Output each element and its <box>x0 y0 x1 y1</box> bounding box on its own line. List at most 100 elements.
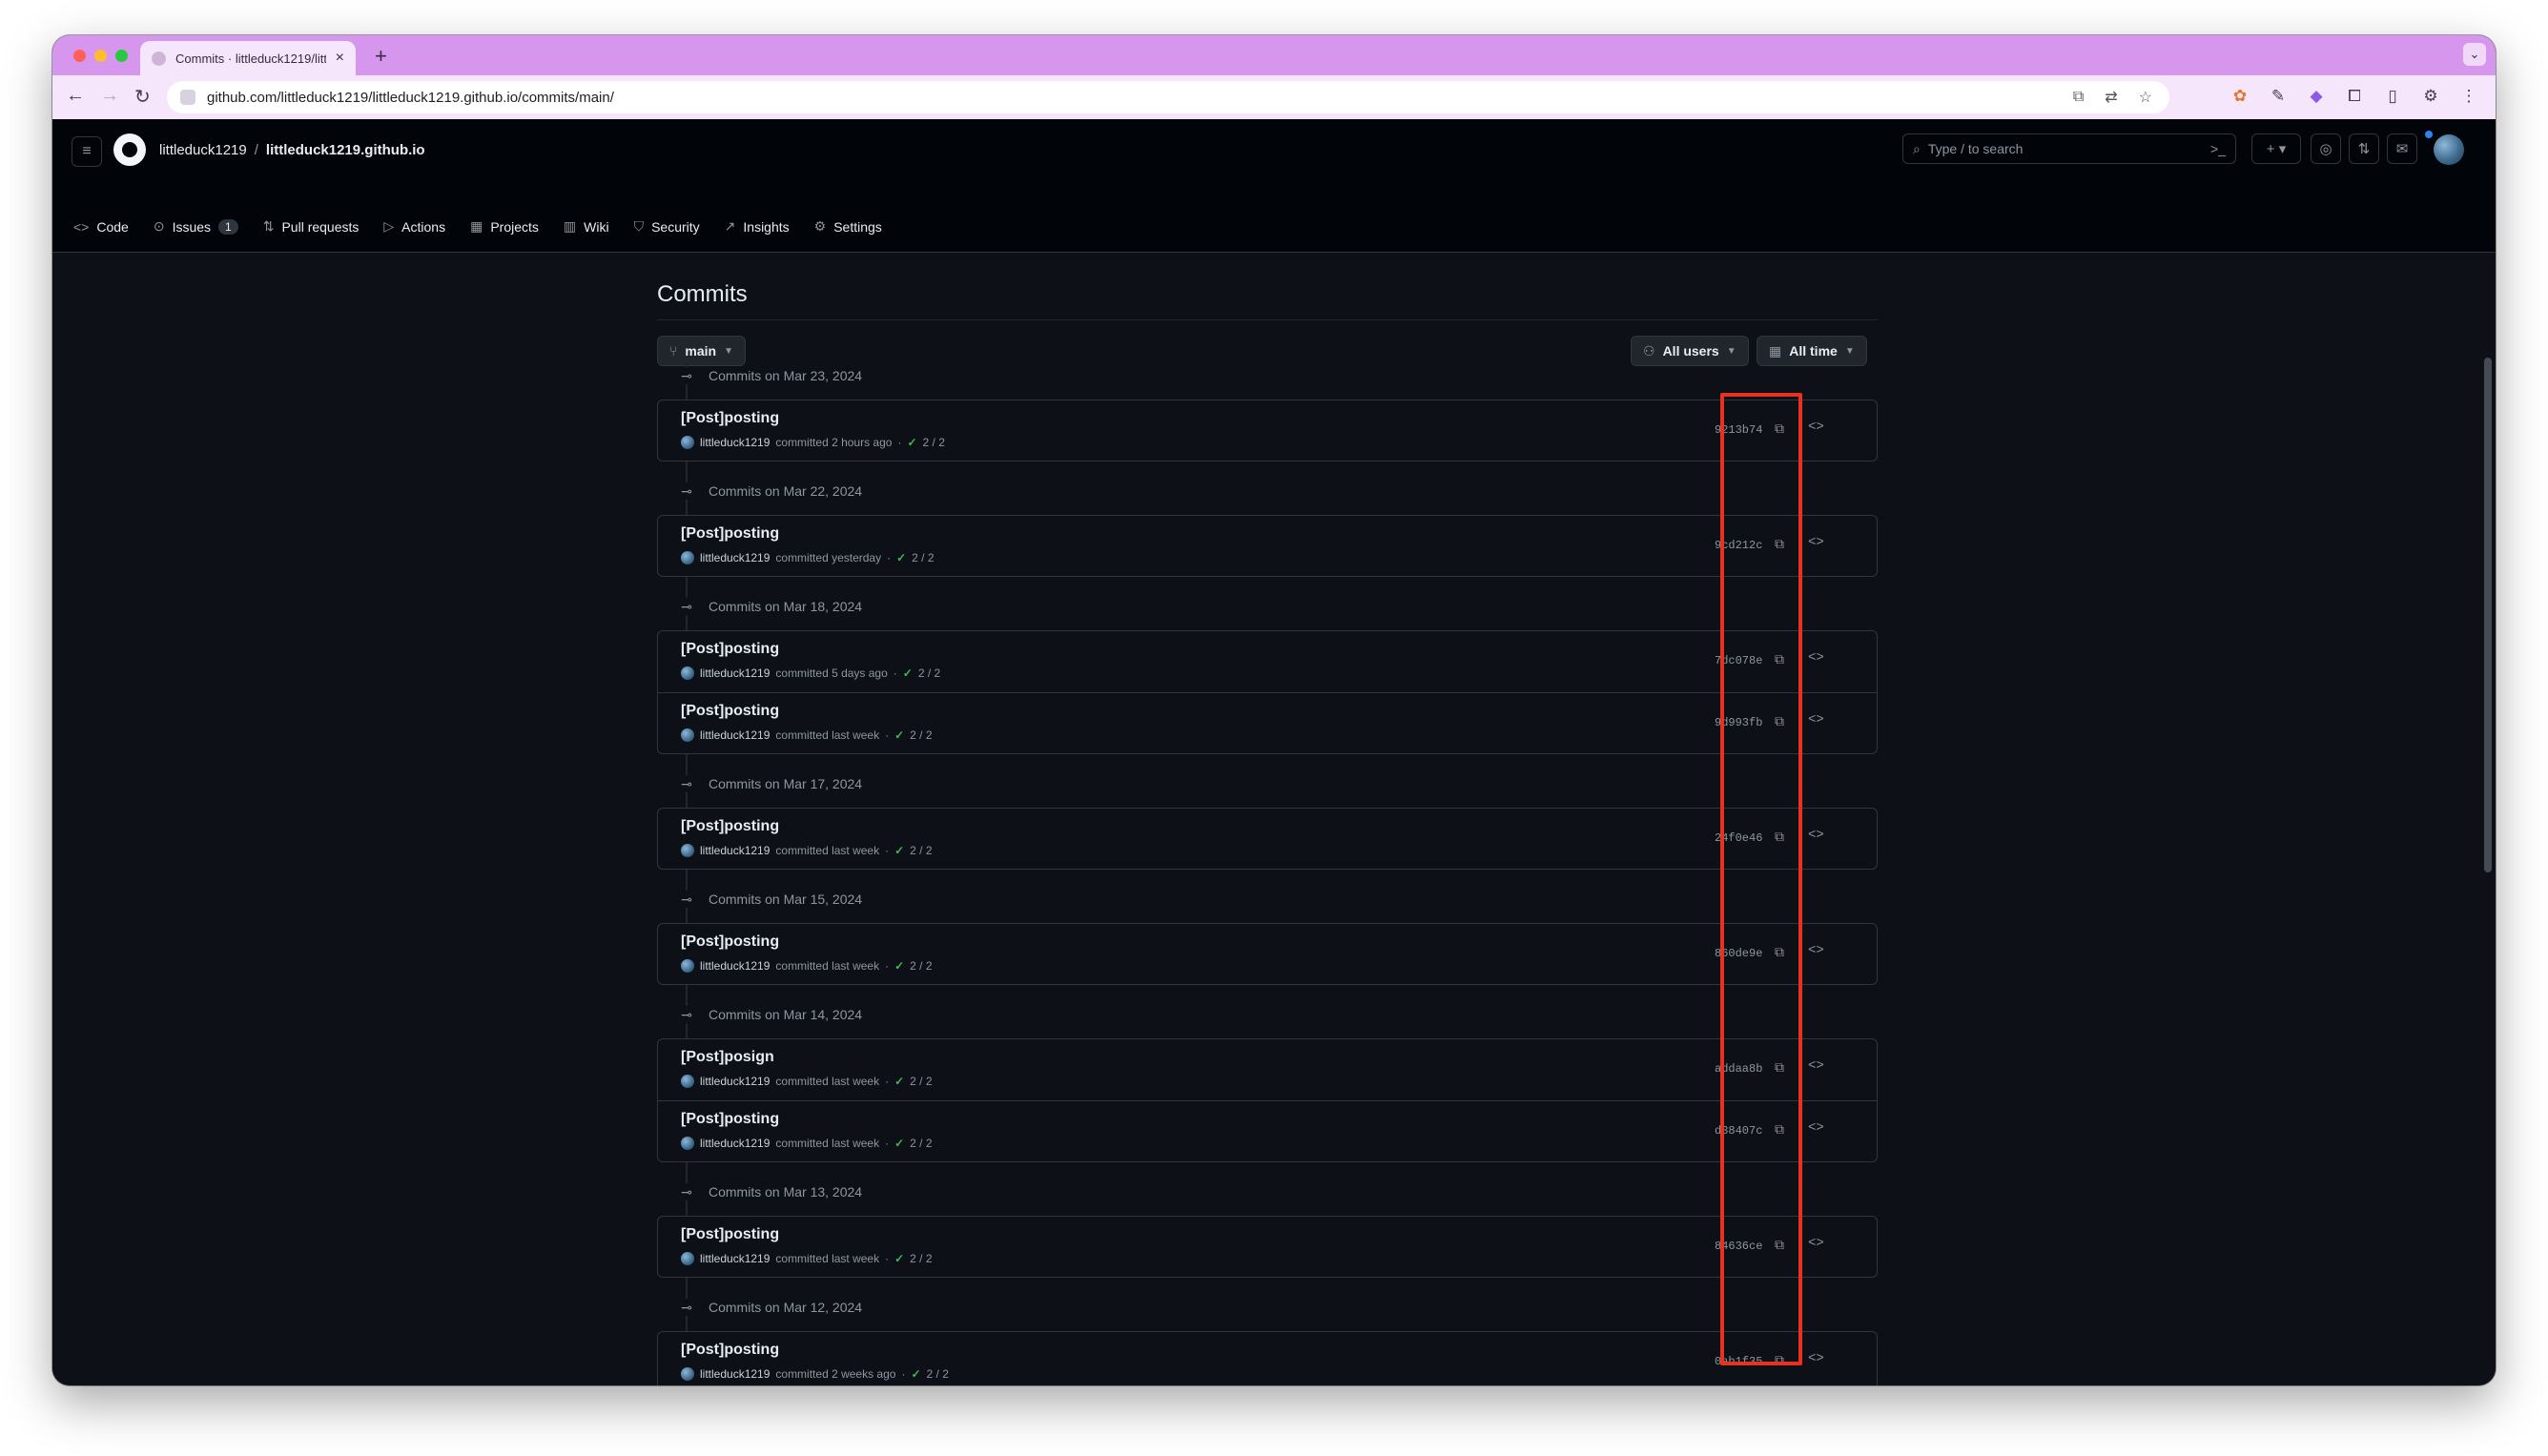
forward-icon[interactable]: → <box>100 85 119 107</box>
author-avatar[interactable] <box>681 436 694 449</box>
minimize-window-button[interactable] <box>94 50 107 62</box>
inbox-icon[interactable]: ✉ <box>2387 133 2417 164</box>
checks-count[interactable]: 2 / 2 <box>910 1252 932 1265</box>
browse-files-icon[interactable]: <> <box>1808 828 1824 843</box>
create-new-button[interactable]: + ▾ <box>2251 133 2301 164</box>
translate-icon[interactable]: ⇄ <box>2105 88 2117 107</box>
author-link[interactable]: littleduck1219 <box>700 959 770 973</box>
author-avatar[interactable] <box>681 1075 694 1088</box>
address-bar[interactable]: github.com/littleduck1219/littleduck1219… <box>167 81 2169 113</box>
browse-files-icon[interactable]: <> <box>1808 1058 1824 1074</box>
branch-select-button[interactable]: ⑂ main ▼ <box>657 336 746 366</box>
browse-files-icon[interactable]: <> <box>1808 1236 1824 1251</box>
install-app-icon[interactable]: ⧉ <box>2073 89 2084 106</box>
checks-count[interactable]: 2 / 2 <box>910 959 932 973</box>
checks-count[interactable]: 2 / 2 <box>918 666 940 680</box>
back-icon[interactable]: ← <box>66 85 85 107</box>
author-link[interactable]: littleduck1219 <box>700 666 770 680</box>
commit-message-link[interactable]: [Post]posting <box>681 525 779 543</box>
check-icon[interactable]: ✓ <box>894 1252 904 1265</box>
check-icon[interactable]: ✓ <box>907 436 916 449</box>
new-tab-icon[interactable]: + <box>375 44 387 69</box>
checks-count[interactable]: 2 / 2 <box>910 728 932 742</box>
browse-files-icon[interactable]: <> <box>1808 943 1824 958</box>
browser-tab[interactable]: Commits · littleduck1219/littleduck1219.… <box>140 41 356 75</box>
check-icon[interactable]: ✓ <box>894 728 904 742</box>
tab-projects[interactable]: ▦ Projects <box>470 218 539 235</box>
commit-message-link[interactable]: [Post]posting <box>681 641 779 658</box>
checks-count[interactable]: 2 / 2 <box>927 1367 949 1381</box>
author-avatar[interactable] <box>681 1137 694 1150</box>
check-icon[interactable]: ✓ <box>894 1137 904 1150</box>
command-palette-icon[interactable]: >_ <box>2210 141 2226 156</box>
author-link[interactable]: littleduck1219 <box>700 1367 770 1381</box>
tab-actions[interactable]: ▷ Actions <box>383 218 445 235</box>
browse-files-icon[interactable]: <> <box>1808 535 1824 550</box>
commit-message-link[interactable]: [Post]posting <box>681 818 779 835</box>
tab-insights[interactable]: ↗ Insights <box>725 218 790 235</box>
browse-files-icon[interactable]: <> <box>1808 1351 1824 1366</box>
time-filter-button[interactable]: ▦ All time ▼ <box>1757 336 1867 366</box>
commit-message-link[interactable]: [Post]posting <box>681 410 779 427</box>
bookmark-star-icon[interactable]: ☆ <box>2139 88 2152 107</box>
author-link[interactable]: littleduck1219 <box>700 1137 770 1150</box>
checks-count[interactable]: 2 / 2 <box>912 551 934 564</box>
tab-settings[interactable]: ⚙ Settings <box>814 218 882 235</box>
commit-message-link[interactable]: [Post]posting <box>681 1226 779 1243</box>
site-settings-icon[interactable] <box>180 90 195 105</box>
tab-issues[interactable]: ⊙ Issues 1 <box>154 218 238 235</box>
check-icon[interactable]: ✓ <box>903 666 913 680</box>
issues-icon[interactable]: ◎ <box>2311 133 2341 164</box>
author-avatar[interactable] <box>681 1252 694 1265</box>
close-window-button[interactable] <box>73 50 86 62</box>
extension-icon[interactable]: ✎ <box>2269 87 2288 106</box>
author-avatar[interactable] <box>681 551 694 564</box>
author-link[interactable]: littleduck1219 <box>700 436 770 449</box>
tab-search-icon[interactable]: ⌄ <box>2463 43 2486 66</box>
author-link[interactable]: littleduck1219 <box>700 551 770 564</box>
browse-files-icon[interactable]: <> <box>1808 712 1824 728</box>
tab-code[interactable]: <> Code <box>73 218 129 235</box>
search-input[interactable]: ⌕ Type / to search >_ <box>1902 133 2236 164</box>
commit-message-link[interactable]: [Post]posting <box>681 933 779 951</box>
pull-requests-icon[interactable]: ⇅ <box>2349 133 2379 164</box>
side-panel-icon[interactable]: ▯ <box>2383 87 2402 106</box>
repo-link[interactable]: littleduck1219.github.io <box>266 142 425 158</box>
close-tab-icon[interactable]: × <box>336 50 344 67</box>
commit-message-link[interactable]: [Post]posting <box>681 703 779 720</box>
extension-icon[interactable]: ✿ <box>2230 87 2250 106</box>
browser-menu-icon[interactable]: ⋮ <box>2459 87 2478 106</box>
checks-count[interactable]: 2 / 2 <box>910 1075 932 1088</box>
author-link[interactable]: littleduck1219 <box>700 728 770 742</box>
browse-files-icon[interactable]: <> <box>1808 650 1824 666</box>
browse-files-icon[interactable]: <> <box>1808 420 1824 435</box>
extension-icon[interactable]: ◆ <box>2307 87 2326 106</box>
commit-message-link[interactable]: [Post]posting <box>681 1342 779 1359</box>
commit-message-link[interactable]: [Post]posign <box>681 1049 774 1066</box>
browse-files-icon[interactable]: <> <box>1808 1120 1824 1136</box>
scrollbar[interactable] <box>2484 358 2492 872</box>
tab-pull-requests[interactable]: ⇅ Pull requests <box>263 218 360 235</box>
menu-icon[interactable]: ≡ <box>72 136 102 167</box>
checks-count[interactable]: 2 / 2 <box>910 844 932 857</box>
author-link[interactable]: littleduck1219 <box>700 1075 770 1088</box>
author-avatar[interactable] <box>681 959 694 973</box>
author-avatar[interactable] <box>681 1367 694 1381</box>
author-avatar[interactable] <box>681 728 694 742</box>
author-link[interactable]: littleduck1219 <box>700 1252 770 1265</box>
reload-icon[interactable]: ↻ <box>134 85 151 109</box>
author-avatar[interactable] <box>681 666 694 680</box>
maximize-window-button[interactable] <box>115 50 128 62</box>
check-icon[interactable]: ✓ <box>896 551 906 564</box>
tab-security[interactable]: ⛉ Security <box>634 218 700 235</box>
check-icon[interactable]: ✓ <box>894 1075 904 1088</box>
owner-link[interactable]: littleduck1219 <box>159 142 247 158</box>
users-filter-button[interactable]: ⚇ All users ▼ <box>1631 336 1749 366</box>
commit-message-link[interactable]: [Post]posting <box>681 1111 779 1128</box>
check-icon[interactable]: ✓ <box>911 1367 920 1381</box>
check-icon[interactable]: ✓ <box>894 959 904 973</box>
checks-count[interactable]: 2 / 2 <box>910 1137 932 1150</box>
author-link[interactable]: littleduck1219 <box>700 844 770 857</box>
github-logo-icon[interactable] <box>113 133 146 166</box>
checks-count[interactable]: 2 / 2 <box>923 436 945 449</box>
